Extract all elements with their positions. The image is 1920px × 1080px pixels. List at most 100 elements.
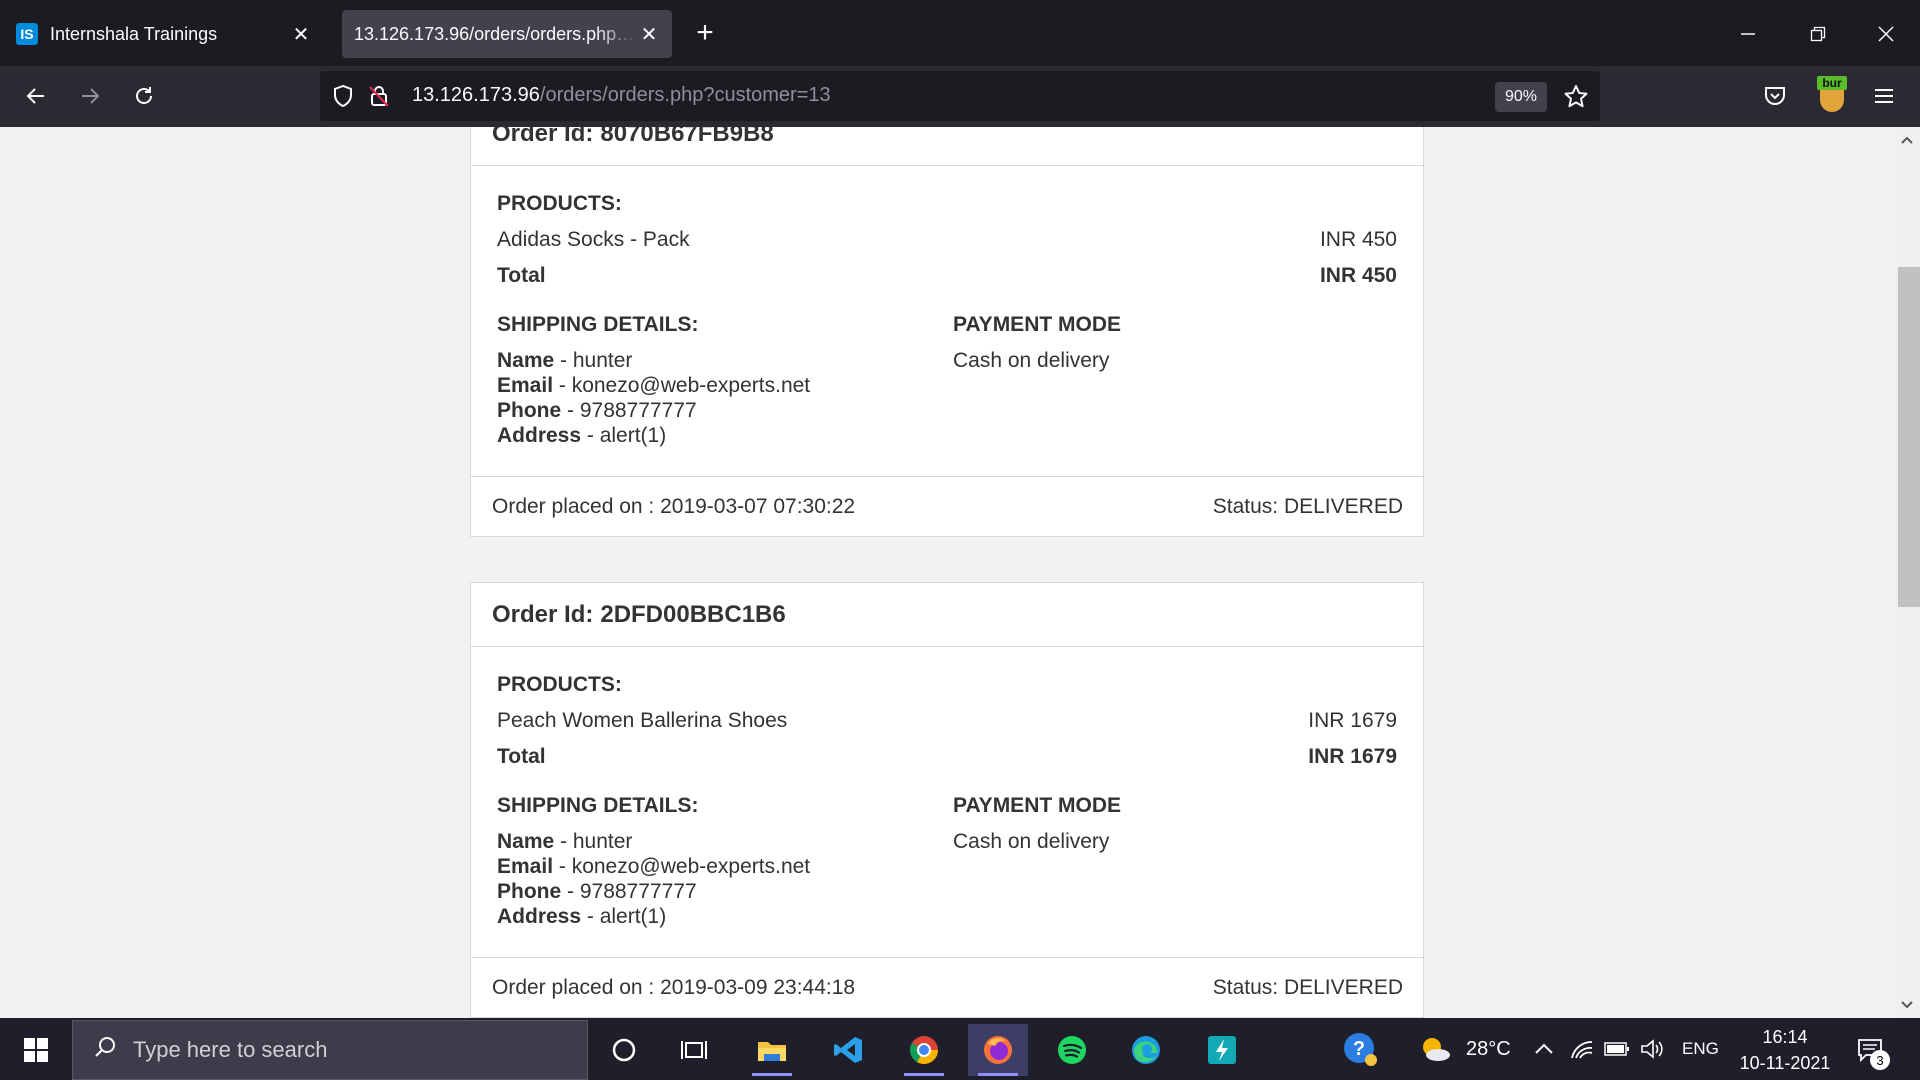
scroll-down-arrow-icon[interactable] <box>1894 992 1920 1018</box>
email-label: Email <box>497 855 554 878</box>
vscode-icon[interactable] <box>818 1024 878 1076</box>
order-footer: Order placed on : 2019-03-07 07:30:22 St… <box>471 476 1423 536</box>
shipping-address: Address - alert(1) <box>497 905 666 929</box>
system-clock[interactable]: 16:14 10-11-2021 <box>1730 1024 1840 1076</box>
window-close-icon[interactable] <box>1866 14 1906 54</box>
total-label: Total <box>497 745 546 768</box>
search-placeholder: Type here to search <box>133 1037 328 1062</box>
chrome-icon[interactable] <box>894 1024 954 1076</box>
clock-time: 16:14 <box>1762 1027 1808 1047</box>
tab-close-icon[interactable]: ✕ <box>290 23 312 46</box>
tab-orders[interactable]: 13.126.173.96/orders/orders.php?customer… <box>342 10 672 58</box>
page-viewport: Order Id: 8070B67FB9B8 PRODUCTS: Adidas … <box>0 127 1894 1018</box>
address-label: Address <box>497 424 582 447</box>
scrollbar-thumb[interactable] <box>1898 267 1920 607</box>
insecure-lock-icon[interactable] <box>366 83 392 109</box>
clock-date: 10-11-2021 <box>1739 1053 1831 1073</box>
url-text[interactable]: 13.126.173.96/orders/orders.php?customer… <box>412 84 831 107</box>
internshala-favicon-icon: IS <box>16 23 38 45</box>
phone-label: Phone <box>497 880 562 903</box>
help-icon[interactable]: ? <box>1342 1018 1378 1080</box>
phone-value: - 9788777777 <box>561 880 697 903</box>
firefox-icon[interactable] <box>968 1024 1028 1076</box>
shipping-email: Email - konezo@web-experts.net <box>497 855 810 879</box>
order-body: PRODUCTS: Adidas Socks - Pack INR 450 To… <box>471 166 1423 476</box>
taskbar-search-box[interactable]: Type here to search <box>72 1020 588 1080</box>
product-price: INR 450 <box>1319 228 1397 251</box>
phone-label: Phone <box>497 399 562 422</box>
wifi-icon[interactable] <box>1570 1018 1594 1080</box>
menu-hamburger-icon[interactable] <box>1866 78 1902 114</box>
running-indicator <box>978 1073 1018 1076</box>
browser-tab-bar: IS Internshala Trainings ✕ 13.126.173.96… <box>0 0 1920 66</box>
zoom-level-button[interactable]: 90% <box>1495 82 1547 112</box>
address-label: Address <box>497 905 582 928</box>
back-arrow-icon[interactable] <box>18 78 54 114</box>
edge-icon[interactable] <box>1116 1024 1176 1076</box>
notification-center-icon[interactable]: 3 <box>1850 1032 1890 1070</box>
order-header: Order Id: 2DFD00BBC1B6 <box>471 583 1423 647</box>
order-header: Order Id: 8070B67FB9B8 <box>471 127 1423 166</box>
phone-value: - 9788777777 <box>561 399 697 422</box>
total-label: Total <box>497 264 546 287</box>
file-explorer-icon[interactable] <box>742 1024 802 1076</box>
tray-overflow-chevron-icon[interactable] <box>1534 1018 1554 1080</box>
tracking-shield-icon[interactable] <box>330 83 356 109</box>
tab-internshala[interactable]: IS Internshala Trainings ✕ <box>4 10 324 58</box>
tab-close-icon[interactable]: ✕ <box>638 23 660 46</box>
payment-value: Cash on delivery <box>953 349 1110 372</box>
payment-heading: PAYMENT MODE <box>953 313 1122 336</box>
battery-icon[interactable] <box>1604 1018 1630 1080</box>
shipping-heading: SHIPPING DETAILS: <box>497 794 699 817</box>
temperature-text[interactable]: 28°C <box>1466 1018 1511 1080</box>
bookmark-star-icon[interactable] <box>1560 81 1592 113</box>
name-value: - hunter <box>554 830 633 853</box>
language-indicator[interactable]: ENG <box>1682 1018 1719 1080</box>
running-indicator <box>904 1073 944 1076</box>
volume-icon[interactable] <box>1640 1018 1664 1080</box>
extension-icon[interactable]: bur <box>1815 76 1849 116</box>
reload-icon[interactable] <box>126 78 162 114</box>
spotify-icon[interactable] <box>1042 1024 1102 1076</box>
order-footer: Order placed on : 2019-03-09 23:44:18 St… <box>471 957 1423 1017</box>
shipping-name: Name - hunter <box>497 830 632 854</box>
order-status: Status: DELIVERED <box>1212 975 1403 999</box>
running-indicator <box>752 1073 792 1076</box>
address-value: - alert(1) <box>581 905 667 928</box>
app-bolt-icon[interactable] <box>1192 1024 1252 1076</box>
product-name: Peach Women Ballerina Shoes <box>497 709 788 732</box>
shipping-phone: Phone - 9788777777 <box>497 399 697 423</box>
order-body: PRODUCTS: Peach Women Ballerina Shoes IN… <box>471 647 1423 957</box>
restore-icon[interactable] <box>1798 14 1838 54</box>
order-card: Order Id: 2DFD00BBC1B6 PRODUCTS: Peach W… <box>470 582 1424 1018</box>
forward-arrow-icon[interactable] <box>72 78 108 114</box>
task-view-icon[interactable] <box>664 1024 724 1076</box>
windows-taskbar: Type here to search ? 28°C ENG 16:14 10-… <box>0 1018 1920 1080</box>
email-value: - konezo@web-experts.net <box>553 855 811 878</box>
cortana-icon[interactable] <box>594 1024 654 1076</box>
search-icon <box>93 1035 117 1066</box>
start-button[interactable] <box>14 1032 58 1068</box>
tab-title: 13.126.173.96/orders/orders.php?customer… <box>354 23 638 44</box>
email-label: Email <box>497 374 554 397</box>
minimize-icon[interactable] <box>1728 14 1768 54</box>
pocket-icon[interactable] <box>1757 78 1793 114</box>
payment-heading: PAYMENT MODE <box>953 794 1122 817</box>
order-id-label: Order Id: <box>492 600 594 628</box>
total-value: INR 450 <box>1319 264 1397 287</box>
payment-value: Cash on delivery <box>953 830 1110 853</box>
products-heading: PRODUCTS: <box>497 673 622 696</box>
vertical-scrollbar[interactable] <box>1894 127 1920 1018</box>
email-value: - konezo@web-experts.net <box>553 374 811 397</box>
navigation-toolbar: 13.126.173.96/orders/orders.php?customer… <box>0 66 1920 127</box>
extension-face-icon <box>1820 90 1844 112</box>
shipping-email: Email - konezo@web-experts.net <box>497 374 810 398</box>
svg-text:?: ? <box>1353 1038 1365 1060</box>
new-tab-button[interactable]: + <box>690 16 720 49</box>
windows-logo-icon <box>24 1038 48 1062</box>
scroll-up-arrow-icon[interactable] <box>1894 127 1920 153</box>
order-id-value: 2DFD00BBC1B6 <box>600 600 786 628</box>
name-label: Name <box>497 830 555 853</box>
weather-icon[interactable] <box>1418 1018 1452 1080</box>
url-bar[interactable]: 13.126.173.96/orders/orders.php?customer… <box>320 71 1600 121</box>
